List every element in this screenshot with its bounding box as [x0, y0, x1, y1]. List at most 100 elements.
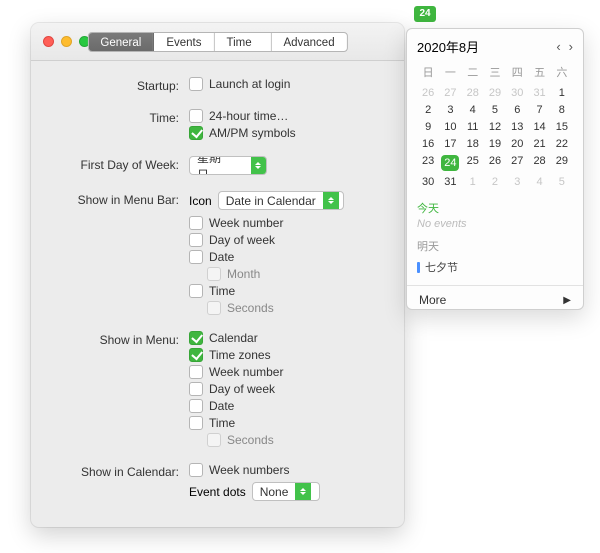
- label-first-day: First Day of Week:: [41, 156, 189, 172]
- more-button[interactable]: More ▶: [407, 285, 583, 314]
- close-button[interactable]: [43, 36, 54, 47]
- calendar-day[interactable]: 25: [462, 152, 484, 173]
- minimize-button[interactable]: [61, 36, 72, 47]
- menubar-calendar-icon[interactable]: 24: [414, 6, 436, 22]
- chevron-updown-icon: [295, 483, 311, 500]
- chevron-right-icon: ▶: [563, 295, 571, 306]
- calendar-day[interactable]: 24: [439, 152, 461, 173]
- calendar-day[interactable]: 12: [484, 118, 506, 135]
- calendar-day[interactable]: 7: [528, 101, 550, 118]
- calendar-day[interactable]: 14: [528, 118, 550, 135]
- calendar-day[interactable]: 8: [551, 101, 573, 118]
- check-menubar-0[interactable]: Week number: [189, 216, 384, 230]
- event-title: 七夕节: [425, 259, 458, 275]
- label-menubar: Show in Menu Bar:: [41, 191, 189, 207]
- calendar-day[interactable]: 26: [417, 84, 439, 101]
- label-menu: Show in Menu:: [41, 331, 189, 347]
- calendar-day[interactable]: 22: [551, 135, 573, 152]
- tab-advanced[interactable]: Advanced: [271, 33, 346, 51]
- calendar-day[interactable]: 5: [484, 101, 506, 118]
- calendar-day[interactable]: 27: [506, 152, 528, 173]
- check-menu-1[interactable]: Time zones: [189, 348, 384, 362]
- calendar-day[interactable]: 5: [551, 173, 573, 190]
- check-menu-4[interactable]: Date: [189, 399, 384, 413]
- popover-month-title: 2020年8月: [417, 37, 479, 56]
- calendar-day[interactable]: 1: [551, 84, 573, 101]
- calendar-day[interactable]: 17: [439, 135, 461, 152]
- prev-month-button[interactable]: ‹: [556, 39, 560, 54]
- label-time: Time:: [41, 109, 189, 125]
- tab-bar: General Events Time Zones Advanced: [87, 32, 347, 52]
- calendar-day[interactable]: 31: [439, 173, 461, 190]
- calendar-day[interactable]: 13: [506, 118, 528, 135]
- next-month-button[interactable]: ›: [569, 39, 573, 54]
- check-week-numbers[interactable]: Week numbers: [189, 463, 384, 477]
- calendar-day[interactable]: 10: [439, 118, 461, 135]
- select-event-dots[interactable]: None: [252, 482, 320, 501]
- calendar-day[interactable]: 3: [506, 173, 528, 190]
- weekday-header: 日: [417, 62, 439, 84]
- check-menubar-1[interactable]: Day of week: [189, 233, 384, 247]
- event-row[interactable]: 七夕节: [417, 256, 573, 281]
- titlebar: General Events Time Zones Advanced: [31, 23, 404, 61]
- calendar-day[interactable]: 2: [484, 173, 506, 190]
- weekday-header: 一: [439, 62, 461, 84]
- calendar-day[interactable]: 16: [417, 135, 439, 152]
- check-menubar-3[interactable]: Month: [207, 267, 384, 281]
- check-menubar-5[interactable]: Seconds: [207, 301, 384, 315]
- today-header: 今天: [417, 196, 573, 218]
- tab-time-zones[interactable]: Time Zones: [214, 33, 271, 51]
- calendar-day[interactable]: 9: [417, 118, 439, 135]
- calendar-day[interactable]: 29: [484, 84, 506, 101]
- calendar-day[interactable]: 21: [528, 135, 550, 152]
- calendar-day[interactable]: 11: [462, 118, 484, 135]
- calendar-day[interactable]: 4: [528, 173, 550, 190]
- calendar-day[interactable]: 27: [439, 84, 461, 101]
- calendar-day[interactable]: 15: [551, 118, 573, 135]
- calendar-day[interactable]: 3: [439, 101, 461, 118]
- window-controls: [43, 36, 90, 47]
- check-launch-at-login[interactable]: Launch at login: [189, 77, 384, 91]
- check-menubar-4[interactable]: Time: [189, 284, 384, 298]
- calendar-day[interactable]: 26: [484, 152, 506, 173]
- calendar-day[interactable]: 1: [462, 173, 484, 190]
- check-menubar-2[interactable]: Date: [189, 250, 384, 264]
- calendar-day[interactable]: 6: [506, 101, 528, 118]
- check-menu-0[interactable]: Calendar: [189, 331, 384, 345]
- weekday-header: 五: [528, 62, 550, 84]
- chevron-updown-icon: [251, 157, 267, 174]
- calendar-day[interactable]: 30: [417, 173, 439, 190]
- select-first-day[interactable]: 星期日…: [189, 156, 267, 175]
- form-general: Startup: Launch at login Time: 24-hour t…: [31, 61, 404, 515]
- chevron-updown-icon: [323, 192, 339, 209]
- calendar-day[interactable]: 31: [528, 84, 550, 101]
- check-ampm[interactable]: AM/PM symbols: [189, 126, 384, 140]
- select-menubar-icon[interactable]: Date in Calendar: [218, 191, 344, 210]
- label-calendar: Show in Calendar:: [41, 463, 189, 479]
- check-24-hour[interactable]: 24-hour time…: [189, 109, 384, 123]
- label-icon: Icon: [189, 194, 212, 208]
- check-menu-2[interactable]: Week number: [189, 365, 384, 379]
- check-menu-6[interactable]: Seconds: [207, 433, 384, 447]
- weekday-header: 四: [506, 62, 528, 84]
- label-event-dots: Event dots: [189, 485, 246, 499]
- calendar-grid: 日一二三四五六262728293031123456789101112131415…: [417, 62, 573, 190]
- calendar-day[interactable]: 19: [484, 135, 506, 152]
- label-startup: Startup:: [41, 77, 189, 93]
- calendar-day[interactable]: 30: [506, 84, 528, 101]
- check-menu-5[interactable]: Time: [189, 416, 384, 430]
- calendar-day[interactable]: 20: [506, 135, 528, 152]
- check-menu-3[interactable]: Day of week: [189, 382, 384, 396]
- calendar-day[interactable]: 18: [462, 135, 484, 152]
- calendar-day[interactable]: 4: [462, 101, 484, 118]
- weekday-header: 三: [484, 62, 506, 84]
- tab-events[interactable]: Events: [154, 33, 214, 51]
- calendar-day[interactable]: 28: [528, 152, 550, 173]
- calendar-day[interactable]: 28: [462, 84, 484, 101]
- tomorrow-header: 明天: [417, 234, 573, 256]
- calendar-day[interactable]: 29: [551, 152, 573, 173]
- calendar-day[interactable]: 23: [417, 152, 439, 173]
- tab-general[interactable]: General: [88, 33, 154, 51]
- calendar-day[interactable]: 2: [417, 101, 439, 118]
- calendar-popover: 2020年8月 ‹ › 日一二三四五六262728293031123456789…: [406, 28, 584, 310]
